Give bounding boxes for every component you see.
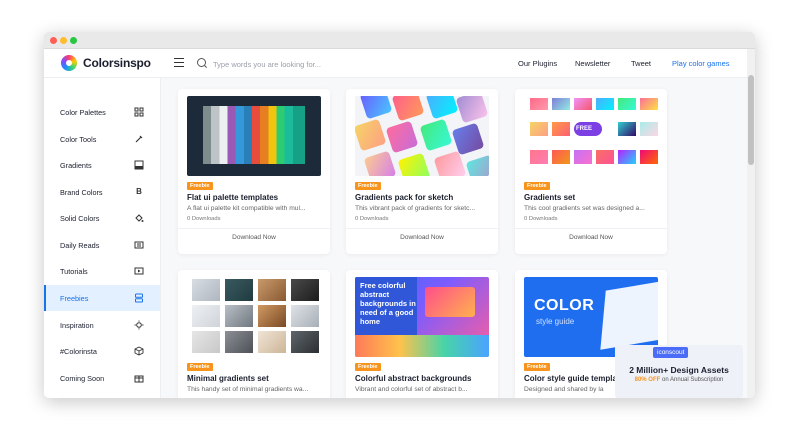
freebie-badge: Freebie [355,363,381,371]
ad-discount-detail: on Annual Subscription [661,377,724,383]
maximize-dot-icon[interactable] [70,37,77,44]
card-thumbnail: Free colorful abstract backgrounds in ne… [355,277,489,357]
freebie-card[interactable]: Freebie Minimal gradients set This handy… [178,270,330,398]
card-description: This cool gradients set was designed a..… [524,205,645,212]
nav-play-color-games[interactable]: Play color games [672,59,730,68]
iconscout-logo: iconscout [653,347,689,358]
sidebar-item-label: Freebies [60,294,89,303]
sidebar-item-label: Gradients [60,161,92,170]
freebie-card[interactable]: Free colorful abstract backgrounds in ne… [346,270,498,398]
gradient-icon [134,160,144,170]
browser-window: Colorsinspo Our Plugins Newsletter Tweet… [44,32,755,398]
thumb-promo-text: Free colorful abstract backgrounds in ne… [360,281,416,326]
sidebar-item-color-tools[interactable]: Color Tools [44,126,160,152]
card-description: Vibrant and colorful set of abstract b..… [355,386,468,393]
gift-icon [134,373,144,383]
freebie-card[interactable]: Freebie Flat ui palette templates A flat… [178,89,330,254]
download-now-button[interactable]: Download Now [178,234,330,241]
sidebar-item-label: Brand Colors [60,188,103,197]
sidebar-item-label: #Colorinsta [60,347,97,356]
divider [515,228,667,229]
sidebar-item-gradients[interactable]: Gradients [44,152,160,178]
free-thumb-label: FREE [576,126,593,132]
eyedropper-icon [134,134,144,144]
lightbulb-icon [134,320,144,330]
divider [346,228,498,229]
card-description: This vibrant pack of gradients for sketc… [355,205,476,212]
nav-newsletter[interactable]: Newsletter [575,59,610,68]
sidebar-item-brand-colors[interactable]: Brand Colors B [44,179,160,205]
paint-bucket-icon [134,213,144,223]
card-thumbnail [187,96,321,176]
download-count: 0 Downloads [355,216,389,222]
minimize-dot-icon[interactable] [60,37,67,44]
card-description: This handy set of minimal gradients wa..… [187,386,309,393]
sidebar-item-colorinsta[interactable]: #Colorinsta [44,338,160,364]
card-title[interactable]: Minimal gradients set [187,374,327,383]
newspaper-icon [134,240,144,250]
ad-discount: 80% OFF [634,377,661,383]
ad-headline: 2 Million+ Design Assets [629,365,729,375]
brand-name[interactable]: Colorsinspo [83,56,151,70]
iconscout-ad[interactable]: iconscout 2 Million+ Design Assets 80% O… [615,345,743,398]
sidebar-item-daily-reads[interactable]: Daily Reads [44,232,160,258]
play-icon [134,266,144,276]
sidebar-item-freebies[interactable]: Freebies [44,285,160,311]
card-title[interactable]: Gradients pack for sketch [355,193,495,202]
card-thumbnail [187,277,321,357]
download-now-button[interactable]: Download Now [346,234,498,241]
sidebar-item-label: Coming Soon [60,374,105,383]
ad-subtext: 80% OFF on Annual Subscription [615,377,743,383]
download-now-button[interactable]: Download Now [515,234,667,241]
sidebar-item-tutorials[interactable]: Tutorials [44,258,160,284]
card-title[interactable]: Colorful abstract backgrounds [355,374,495,383]
freebie-card[interactable]: Freebie Gradients pack for sketch This v… [346,89,498,254]
scrollbar[interactable] [747,49,755,398]
card-thumbnail [355,96,489,176]
sidebar-item-inspiration[interactable]: Inspiration [44,312,160,338]
thumb-heading: COLOR [534,297,595,314]
cube-icon [134,346,144,356]
download-count: 0 Downloads [187,216,221,222]
nav-tweet[interactable]: Tweet [631,59,651,68]
card-title[interactable]: Flat ui palette templates [187,193,327,202]
card-thumbnail: FREE [524,96,658,176]
search-icon [197,58,206,67]
sidebar-item-solid-colors[interactable]: Solid Colors [44,205,160,231]
divider [178,228,330,229]
logo-icon[interactable] [61,55,77,71]
close-dot-icon[interactable] [50,37,57,44]
freebie-card[interactable]: FREE Freebie Gradients set This cool gra… [515,89,667,254]
freebie-badge: Freebie [524,363,550,371]
freebie-badge: Freebie [187,182,213,190]
nav-our-plugins[interactable]: Our Plugins [518,59,557,68]
title-bar [44,32,755,49]
download-count: 0 Downloads [524,216,558,222]
top-header: Colorsinspo Our Plugins Newsletter Tweet… [44,49,747,78]
sidebar-item-color-palettes[interactable]: Color Palettes [44,99,160,125]
grid-icon [134,107,144,117]
sidebar-item-label: Daily Reads [60,241,100,250]
sidebar-item-label: Inspiration [60,321,94,330]
freebie-badge: Freebie [355,182,381,190]
card-description: A flat ui palette kit compatible with mu… [187,205,306,212]
scrollbar-thumb[interactable] [748,75,754,165]
sidebar-item-label: Tutorials [60,267,88,276]
search-input[interactable] [211,55,415,73]
brand-b-icon: B [136,187,142,196]
freebie-badge: Freebie [187,363,213,371]
freebies-icon [134,293,144,303]
sidebar-item-label: Color Palettes [60,108,106,117]
sidebar: Color Palettes Color Tools Gradients Bra… [44,78,161,398]
freebie-badge: Freebie [524,182,550,190]
sidebar-item-coming-soon[interactable]: Coming Soon [44,365,160,391]
thumb-subheading: style guide [536,317,575,326]
sidebar-item-label: Color Tools [60,135,97,144]
menu-icon[interactable] [174,58,184,67]
card-title[interactable]: Gradients set [524,193,664,202]
sidebar-item-label: Solid Colors [60,214,100,223]
